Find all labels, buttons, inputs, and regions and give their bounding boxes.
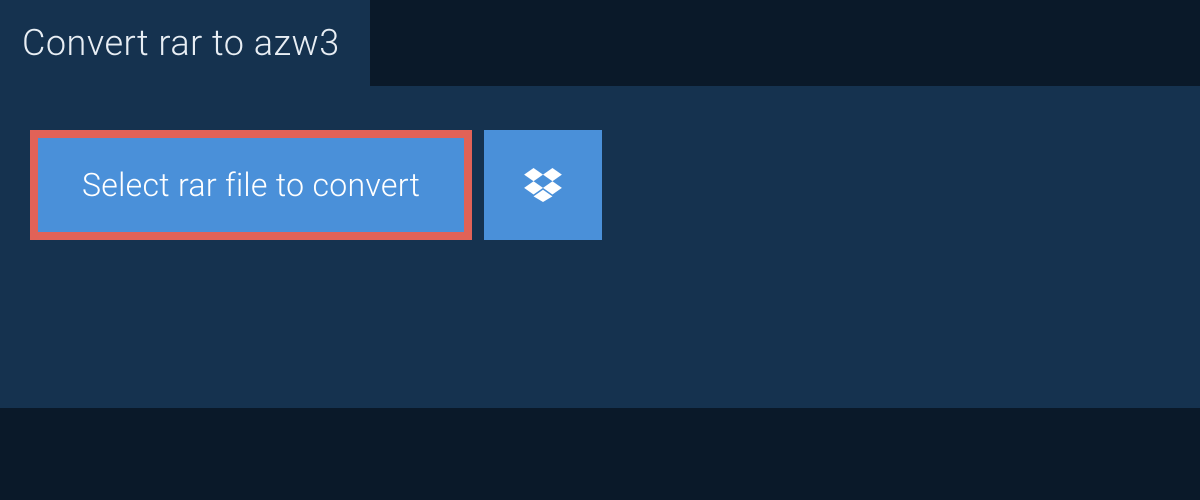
dropbox-icon: [523, 165, 563, 205]
select-file-label: Select rar file to convert: [82, 166, 420, 204]
conversion-panel: Select rar file to convert: [0, 86, 1200, 408]
dropbox-button[interactable]: [484, 130, 602, 240]
tab-label: Convert rar to azw3: [22, 22, 340, 64]
tab-convert[interactable]: Convert rar to azw3: [0, 0, 370, 86]
select-file-button[interactable]: Select rar file to convert: [30, 130, 472, 240]
actions-row: Select rar file to convert: [0, 86, 1200, 280]
